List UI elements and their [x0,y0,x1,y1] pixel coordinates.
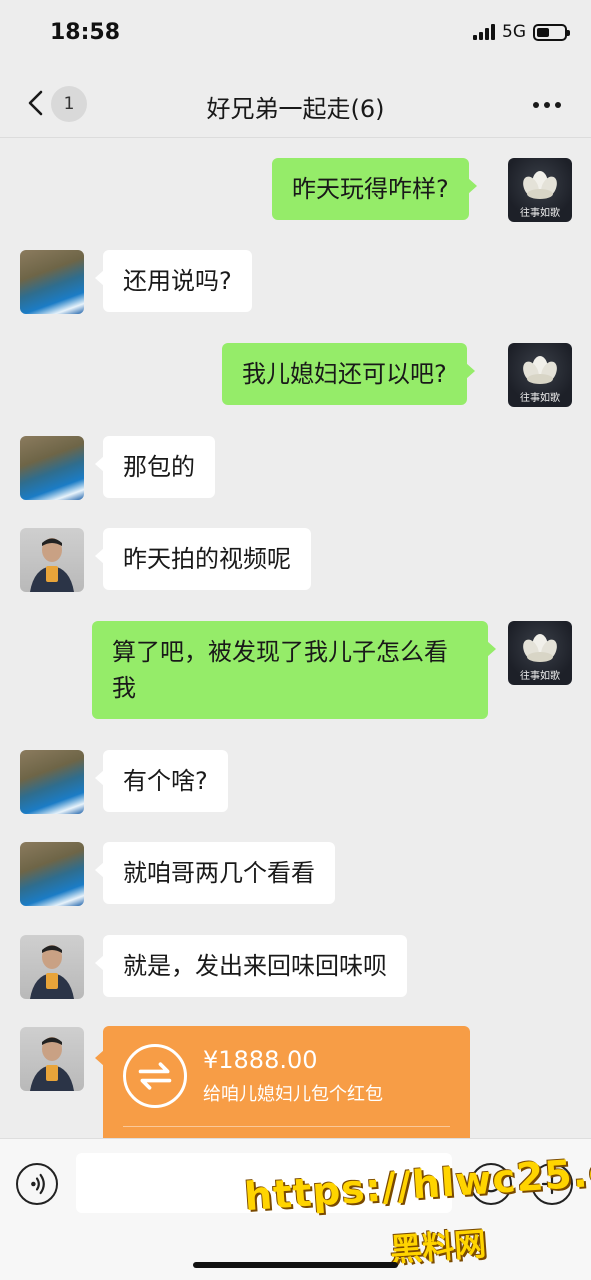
message-bubble[interactable]: 昨天玩得咋样? [272,158,477,220]
avatar-caption: 往事如歌 [520,206,560,219]
more-icon[interactable] [533,102,561,108]
message-bubble[interactable]: 还用说吗? [95,250,252,312]
avatar-caption: 往事如歌 [520,391,560,404]
transfer-note: 给咱儿媳妇儿包个红包 [203,1084,383,1105]
avatar[interactable]: 往事如歌 [508,343,572,407]
home-indicator [193,1262,398,1268]
avatar[interactable]: 往事如歌 [508,158,572,222]
status-indicators: 5G [473,22,570,42]
signal-icon [473,24,495,40]
lotus-icon: 往事如歌 [520,171,560,219]
message-bubble[interactable]: 那包的 [95,436,215,498]
avatar[interactable] [20,528,84,592]
status-time: 18:58 [50,20,121,45]
person-icon [30,1037,74,1091]
divider [123,1126,450,1127]
avatar[interactable] [20,436,84,500]
message-bubble[interactable]: 我儿媳妇还可以吧? [222,343,475,405]
person-icon [30,945,74,999]
person-icon [30,538,74,592]
transfer-icon [123,1044,187,1108]
message-bubble[interactable]: 算了吧，被发现了我儿子怎么看我 [92,621,496,719]
avatar[interactable] [20,250,84,314]
avatar[interactable] [20,750,84,814]
message-bubble[interactable]: 就是，发出来回味回味呗 [95,935,407,997]
lotus-icon: 往事如歌 [520,634,560,682]
voice-icon[interactable] [16,1163,58,1205]
message-bubble[interactable]: 就咱哥两几个看看 [95,842,335,904]
status-bar: 18:58 5G [0,0,591,68]
avatar-caption: 往事如歌 [520,669,560,682]
avatar[interactable] [20,1027,84,1091]
message-bubble[interactable]: 昨天拍的视频呢 [95,528,311,590]
chat-title: 好兄弟一起走(6) [206,95,385,123]
message-bubble[interactable]: 有个啥? [95,750,228,812]
transfer-amount: ¥1888.00 [203,1046,318,1074]
avatar[interactable] [20,842,84,906]
watermark-site: 黑料网 [388,1224,488,1270]
avatar[interactable] [20,935,84,999]
chat-header: 1 好兄弟一起走(6) [0,68,591,138]
avatar[interactable]: 往事如歌 [508,621,572,685]
battery-icon [533,23,570,41]
transfer-card[interactable]: ¥1888.00 给咱儿媳妇儿包个红包 [95,1026,470,1138]
network-label: 5G [502,22,526,42]
lotus-icon: 往事如歌 [520,356,560,404]
